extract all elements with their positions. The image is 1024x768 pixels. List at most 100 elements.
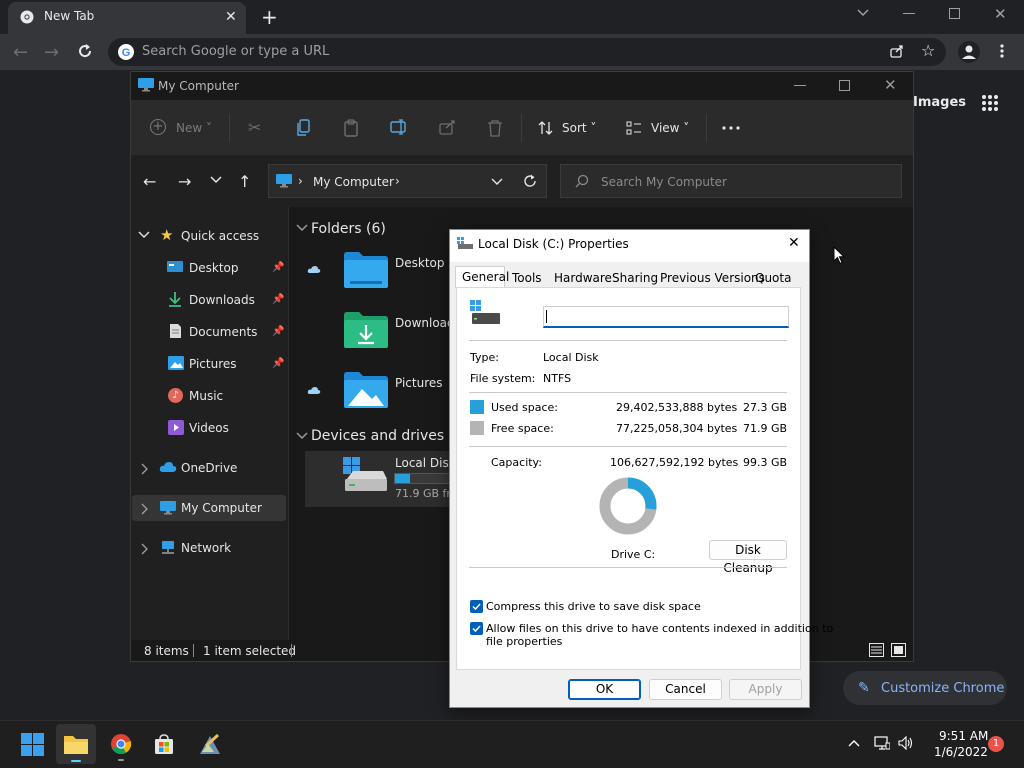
tab-close-icon[interactable]: ✕ (225, 9, 237, 25)
share-file-icon[interactable] (439, 119, 457, 135)
drive-usage-fill (395, 474, 410, 483)
type-label: Type: (470, 351, 499, 364)
compress-checkbox[interactable] (470, 600, 483, 613)
more-options-icon[interactable] (722, 126, 740, 130)
tray-chevron-icon[interactable] (848, 739, 860, 747)
store-taskbar-icon[interactable] (153, 733, 175, 755)
devices-section-header[interactable]: Devices and drives (2 (311, 428, 463, 444)
explorer-back-icon[interactable]: ← (143, 172, 156, 191)
tab-sharing[interactable]: Sharing (612, 271, 658, 285)
expand-chevron-icon[interactable] (138, 231, 150, 239)
sidebar-item-documents[interactable]: Documents (189, 325, 257, 339)
start-icon[interactable] (21, 733, 44, 756)
free-space-swatch (470, 421, 484, 435)
close-window-icon[interactable]: ✕ (994, 5, 1007, 23)
sidebar-item-pictures[interactable]: Pictures (189, 357, 237, 371)
app-taskbar-icon[interactable] (198, 732, 222, 756)
tiles-view-icon[interactable] (891, 643, 906, 657)
ok-button[interactable]: OK (568, 679, 641, 700)
new-button[interactable]: New ˅ (176, 121, 212, 135)
more-menu-icon[interactable] (1000, 43, 1004, 59)
sidebar-item-music[interactable]: Music (189, 389, 223, 403)
apps-grid-icon[interactable] (981, 94, 999, 112)
sidebar-my-computer[interactable]: My Computer (181, 501, 262, 515)
onedrive-icon (159, 461, 177, 473)
tab-general[interactable]: General (462, 270, 509, 284)
forward-icon[interactable]: → (44, 42, 59, 63)
drive-label[interactable]: Local Disk (395, 456, 456, 470)
sort-button[interactable]: Sort ˅ (562, 121, 596, 135)
copy-icon[interactable] (296, 119, 312, 137)
expand-chevron-icon[interactable] (141, 503, 149, 515)
downloads-folder-icon[interactable] (344, 311, 388, 349)
delete-icon[interactable] (487, 119, 503, 137)
folder-label-pictures[interactable]: Pictures (395, 376, 443, 390)
cmd-divider (521, 114, 522, 142)
view-button[interactable]: View ˅ (651, 121, 689, 135)
share-icon[interactable] (889, 43, 905, 59)
sidebar-item-downloads[interactable]: Downloads (189, 293, 255, 307)
restore-icon[interactable] (949, 8, 960, 19)
divider (469, 567, 787, 568)
free-space-label: Free space: (491, 422, 554, 435)
address-bar[interactable] (268, 164, 547, 198)
expand-chevron-icon[interactable] (141, 543, 149, 555)
capacity-bytes: 106,627,592,192 bytes (610, 456, 739, 469)
tab-previous-versions[interactable]: Previous Versions (660, 271, 765, 285)
sidebar-quick-access[interactable]: Quick access (181, 229, 259, 243)
bookmark-star-icon[interactable]: ☆ (921, 41, 935, 60)
details-view-icon[interactable] (869, 643, 884, 657)
refresh-icon[interactable] (523, 174, 537, 188)
clock-date[interactable]: 1/6/2022 (934, 745, 988, 759)
up-icon[interactable]: ↑ (238, 172, 251, 191)
folders-section-header[interactable]: Folders (6) (311, 221, 386, 237)
cancel-button[interactable]: Cancel (649, 679, 722, 700)
notification-badge[interactable]: 1 (988, 736, 1004, 752)
address-dropdown-icon[interactable] (491, 178, 503, 186)
file-system-label: File system: (470, 372, 536, 385)
sidebar-onedrive[interactable]: OneDrive (181, 461, 237, 475)
collapse-chevron-icon[interactable] (296, 432, 308, 440)
rename-icon[interactable] (390, 119, 408, 135)
explorer-minimize-icon[interactable] (794, 85, 806, 86)
profile-avatar[interactable] (958, 41, 980, 63)
reload-icon[interactable] (77, 43, 93, 59)
explorer-close-icon[interactable]: ✕ (884, 76, 897, 94)
back-icon[interactable]: ← (13, 42, 28, 63)
drive-name-input[interactable] (543, 306, 789, 328)
folder-label-desktop[interactable]: Desktop (395, 256, 445, 270)
new-tab-icon[interactable]: + (261, 5, 278, 29)
quick-access-star-icon: ★ (160, 226, 174, 244)
explorer-forward-icon[interactable]: → (178, 172, 191, 191)
pictures-folder-icon[interactable] (344, 371, 388, 409)
clock-time[interactable]: 9:51 AM (939, 729, 988, 743)
paste-icon[interactable] (343, 119, 359, 137)
index-checkbox[interactable] (470, 622, 483, 635)
apply-button[interactable]: Apply (729, 679, 802, 700)
minimize-icon[interactable] (903, 13, 915, 14)
breadcrumb-chevron-icon[interactable]: › (395, 174, 400, 188)
chrome-taskbar-icon[interactable] (110, 733, 132, 755)
divider (469, 392, 787, 393)
cut-icon[interactable]: ✂ (248, 118, 261, 137)
disk-cleanup-button[interactable]: Disk Cleanup (709, 540, 787, 575)
sidebar-network[interactable]: Network (181, 541, 231, 555)
tab-tools[interactable]: Tools (512, 271, 542, 285)
address-text[interactable]: My Computer (313, 175, 394, 189)
expand-chevron-icon[interactable] (141, 463, 149, 475)
dialog-close-icon[interactable]: ✕ (788, 235, 800, 251)
tab-quota[interactable]: Quota (755, 271, 791, 285)
explorer-taskbar-button[interactable] (56, 724, 96, 764)
folder-label-downloads[interactable]: Download (395, 316, 455, 330)
volume-icon[interactable] (898, 736, 914, 750)
explorer-maximize-icon[interactable] (839, 80, 850, 91)
sidebar-item-desktop[interactable]: Desktop (189, 261, 239, 275)
images-link[interactable]: Images (913, 95, 966, 110)
tab-search-icon[interactable] (856, 8, 870, 18)
sidebar-item-videos[interactable]: Videos (189, 421, 229, 435)
desktop-folder-icon[interactable] (344, 251, 388, 289)
recent-locations-icon[interactable] (210, 176, 222, 184)
network-tray-icon[interactable] (874, 736, 890, 750)
tab-hardware[interactable]: Hardware (554, 271, 612, 285)
collapse-chevron-icon[interactable] (296, 224, 308, 232)
